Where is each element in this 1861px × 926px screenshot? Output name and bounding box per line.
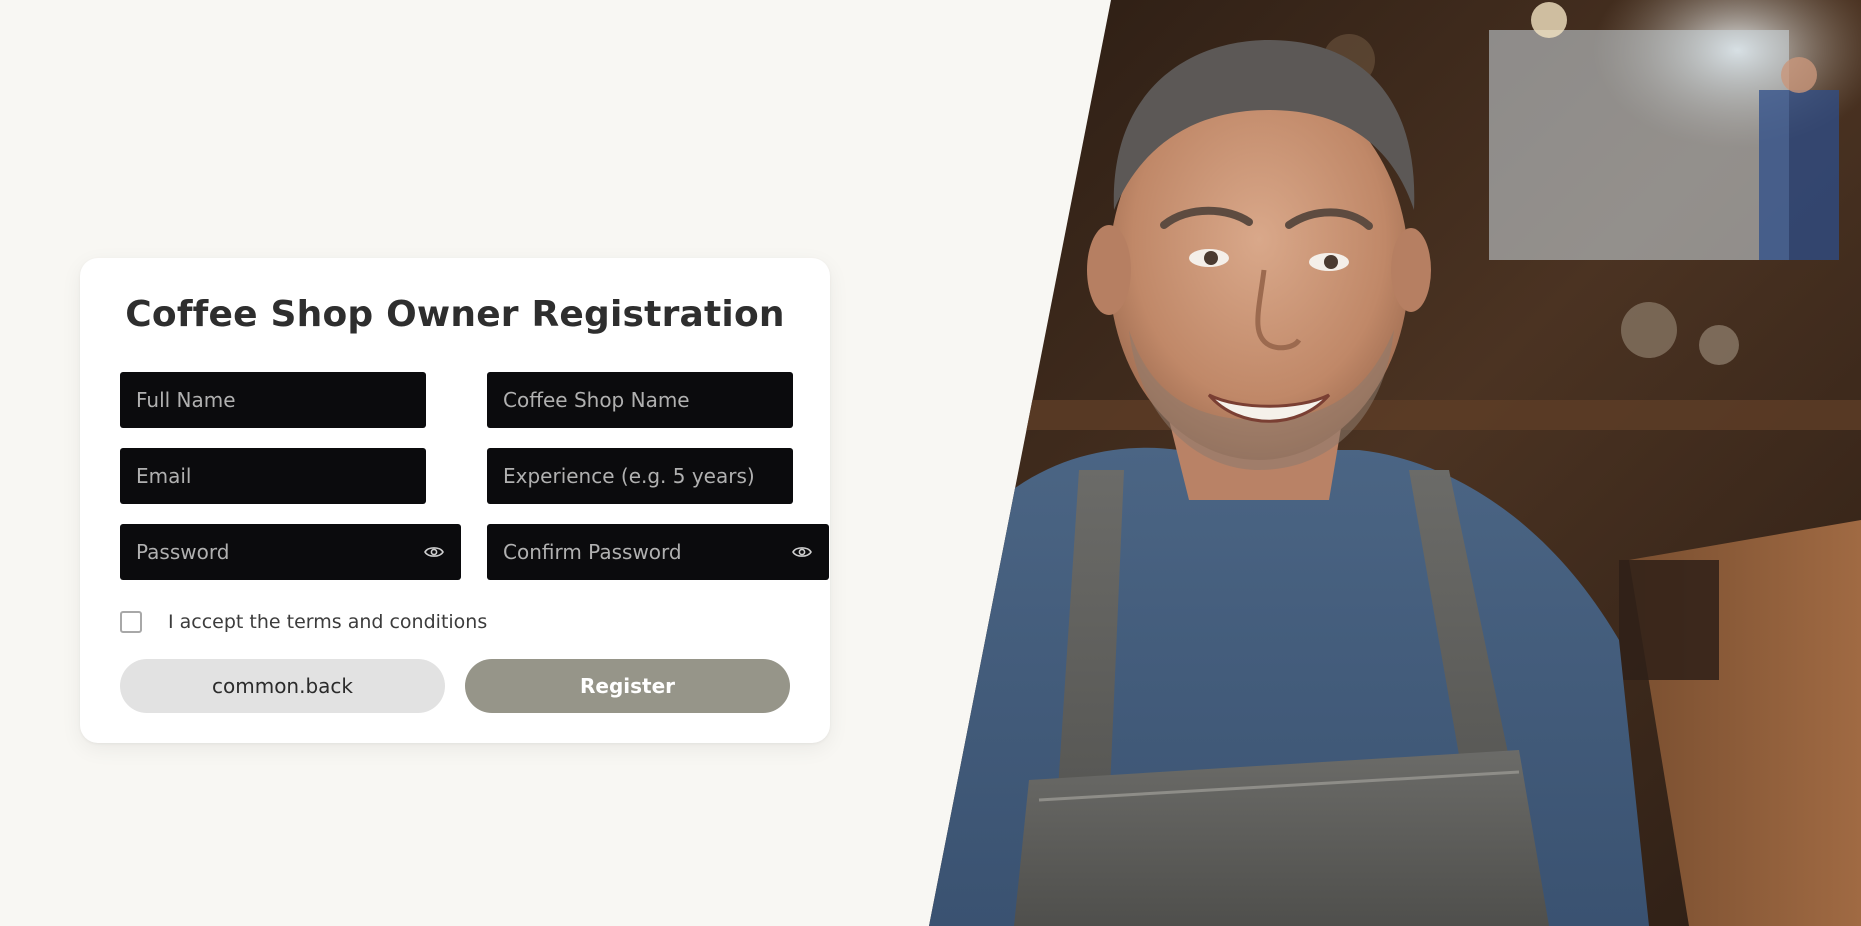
register-button[interactable]: Register xyxy=(465,659,790,713)
back-button[interactable]: common.back xyxy=(120,659,445,713)
terms-checkbox[interactable] xyxy=(120,611,142,633)
page-title: Coffee Shop Owner Registration xyxy=(125,294,785,335)
experience-input[interactable] xyxy=(503,464,777,488)
full-name-input[interactable] xyxy=(136,388,410,412)
eye-icon[interactable] xyxy=(791,541,813,563)
experience-field[interactable] xyxy=(487,448,793,504)
terms-row: I accept the terms and conditions xyxy=(120,611,487,633)
shop-name-field[interactable] xyxy=(487,372,793,428)
terms-label[interactable]: I accept the terms and conditions xyxy=(168,611,487,633)
password-input[interactable] xyxy=(136,540,413,564)
registration-page: Coffee Shop Owner Registration Full Name… xyxy=(0,0,1861,926)
password-field[interactable] xyxy=(120,524,461,580)
full-name-field[interactable] xyxy=(120,372,426,428)
coffee-shop-owner-image xyxy=(929,0,1861,926)
confirm-password-input[interactable] xyxy=(503,540,781,564)
shop-name-input[interactable] xyxy=(503,388,777,412)
registration-card: Coffee Shop Owner Registration Full Name… xyxy=(80,258,830,743)
confirm-password-field[interactable] xyxy=(487,524,829,580)
email-field[interactable] xyxy=(120,448,426,504)
hero-photo xyxy=(929,0,1861,926)
email-input[interactable] xyxy=(136,464,410,488)
eye-icon[interactable] xyxy=(423,541,445,563)
